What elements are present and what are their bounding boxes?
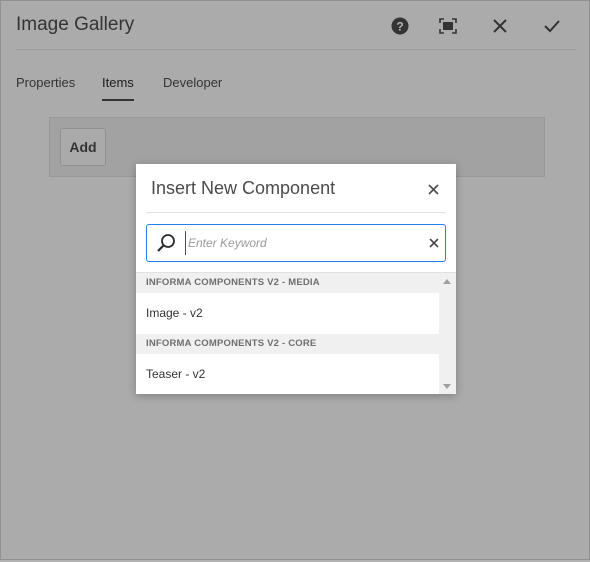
dialog-title-divider <box>146 212 446 213</box>
group-header-media: INFORMA COMPONENTS V2 - MEDIA <box>136 273 439 293</box>
group-header-core: INFORMA COMPONENTS V2 - CORE <box>136 334 439 354</box>
clear-search-icon[interactable] <box>427 236 441 250</box>
insert-component-dialog: Insert New Component INFORMA COMPONENTS … <box>136 164 456 394</box>
component-list: INFORMA COMPONENTS V2 - MEDIA Image - v2… <box>136 272 456 394</box>
search-input[interactable] <box>185 231 424 255</box>
scroll-up-icon[interactable] <box>443 279 451 284</box>
scroll-down-icon[interactable] <box>443 384 451 389</box>
search-icon <box>156 233 176 253</box>
insert-dialog-title: Insert New Component <box>151 178 336 198</box>
search-field <box>146 224 446 262</box>
list-item-teaser-v2[interactable]: Teaser - v2 <box>136 354 439 394</box>
list-item-image-v2[interactable]: Image - v2 <box>136 293 439 334</box>
dialog-close-icon[interactable] <box>424 180 442 198</box>
list-scrollbar[interactable] <box>439 273 456 394</box>
